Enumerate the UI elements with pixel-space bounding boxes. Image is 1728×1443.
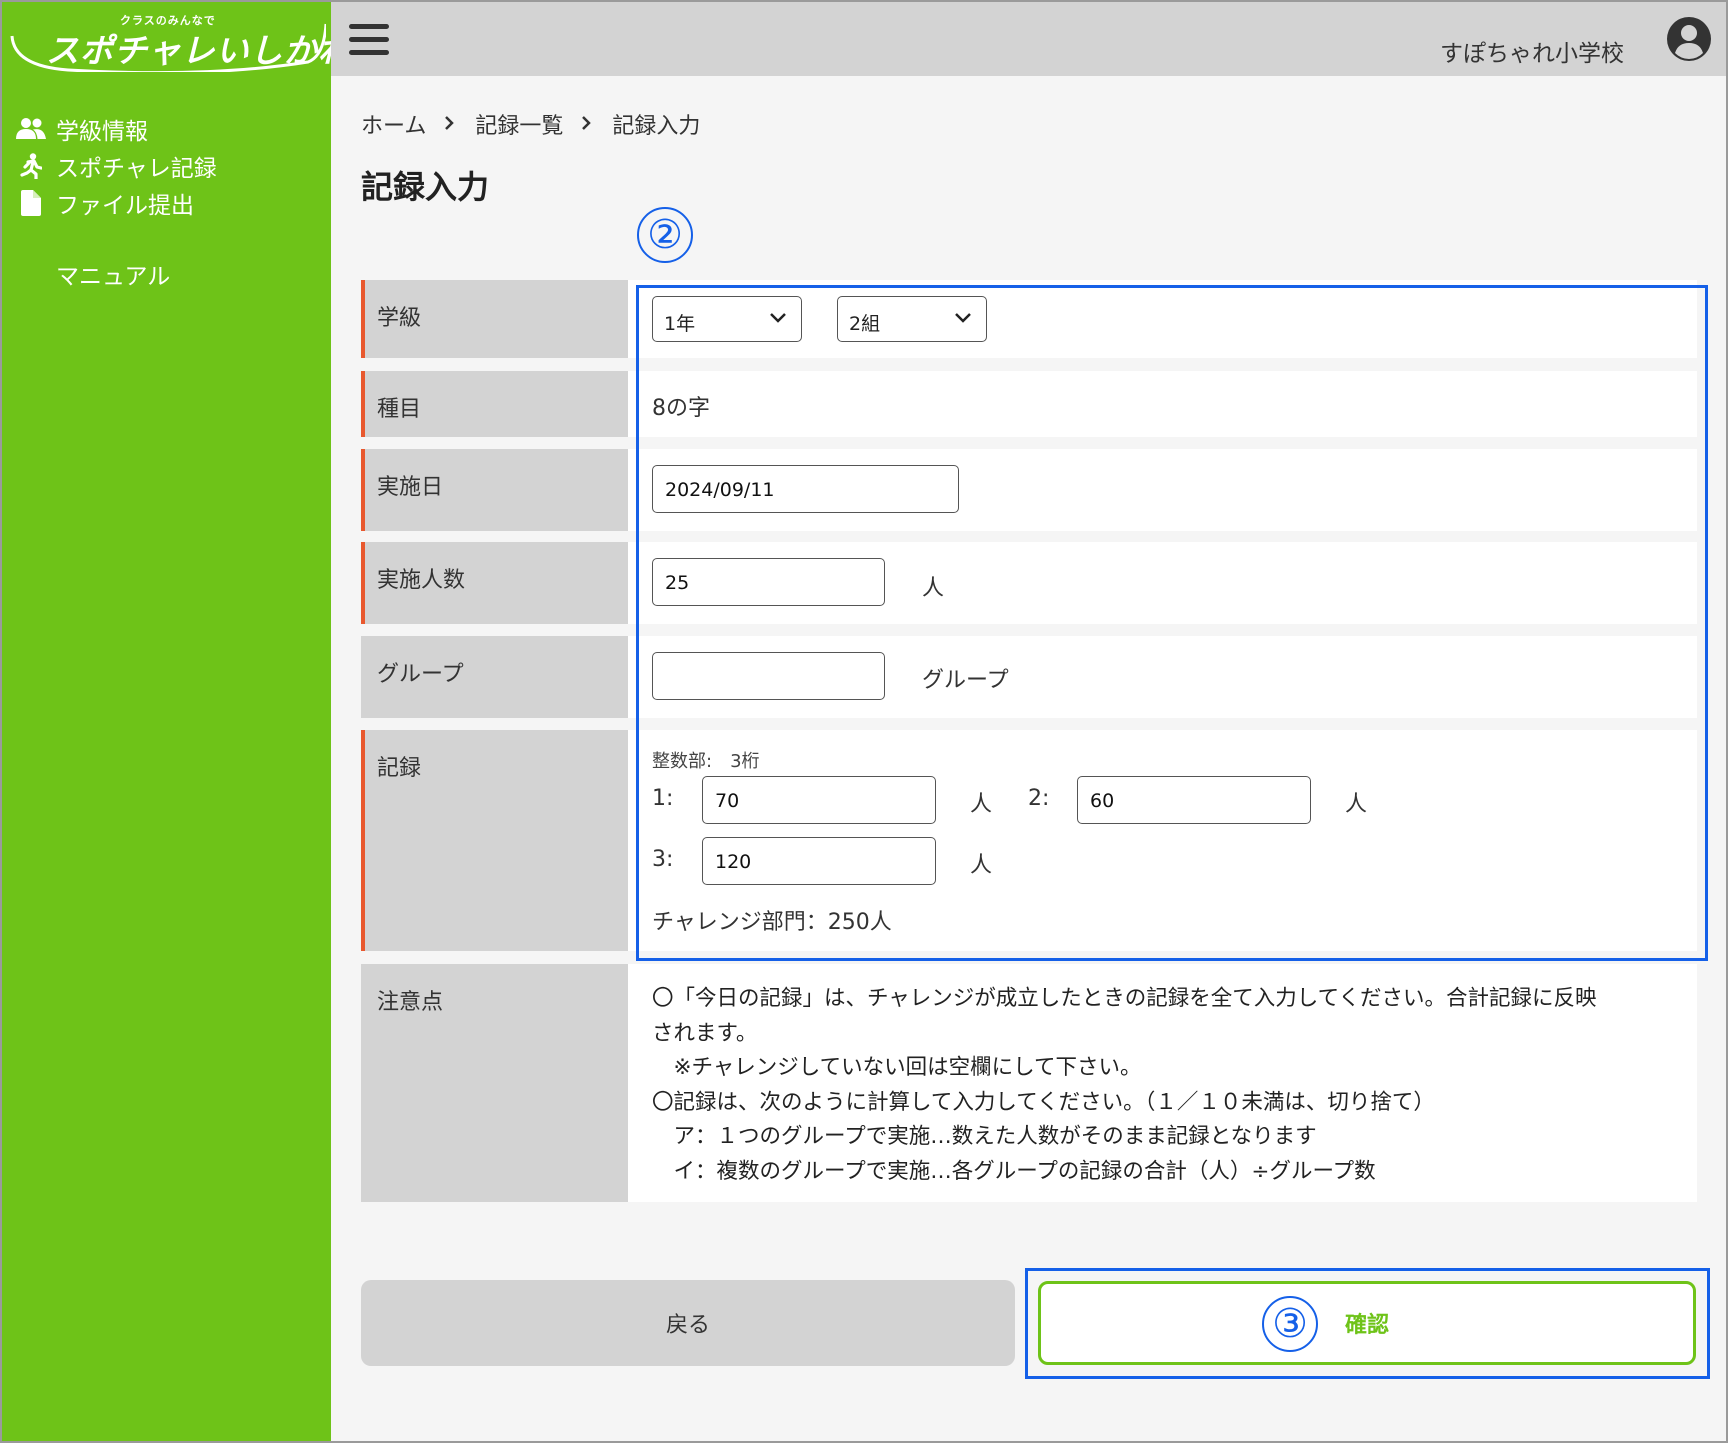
sidebar-item-label: スポチャレ記録 bbox=[56, 156, 217, 182]
sidebar: クラスのみんなで スポチャレいしかわ 学級情報 スポチャレ記録 ファイル提出 マ… bbox=[0, 0, 351, 1443]
sidebar-item-label: ファイル提出 bbox=[56, 193, 194, 219]
users-icon bbox=[16, 115, 46, 143]
sidebar-item-file-submit[interactable]: ファイル提出 bbox=[16, 187, 194, 219]
annotation-box-confirm bbox=[1025, 1268, 1710, 1379]
breadcrumb-record-list[interactable]: 記録一覧 bbox=[475, 108, 563, 140]
logo-title: スポチャレいしかわ bbox=[46, 31, 352, 70]
field-label: 種目 bbox=[361, 371, 628, 437]
form-row-notes: 注意点 〇「今日の記録」は、チャレンジが成立したときの記録を全て入力してください… bbox=[361, 964, 1697, 1202]
hamburger-menu-icon[interactable] bbox=[349, 24, 389, 58]
field-label: 実施日 bbox=[361, 449, 628, 531]
sidebar-item-class-info[interactable]: 学級情報 bbox=[16, 113, 148, 145]
page-title: 記録入力 bbox=[361, 168, 490, 206]
annotation-box-form bbox=[636, 285, 1708, 961]
field-label: グループ bbox=[361, 636, 628, 718]
field-label: 学級 bbox=[361, 280, 628, 358]
school-name: すぽちゃれ小学校 bbox=[1440, 41, 1624, 67]
sidebar-item-records[interactable]: スポチャレ記録 bbox=[16, 150, 217, 182]
user-account-icon[interactable] bbox=[1666, 16, 1712, 62]
chevron-right-icon bbox=[444, 112, 455, 137]
breadcrumb-home[interactable]: ホーム bbox=[361, 108, 426, 140]
breadcrumb: ホーム 記録一覧 記録入力 bbox=[361, 108, 700, 140]
top-header: すぽちゃれ小学校 bbox=[331, 2, 1726, 76]
breadcrumb-current: 記録入力 bbox=[612, 114, 701, 139]
back-button[interactable]: 戻る bbox=[361, 1280, 1015, 1366]
sidebar-item-label: 学級情報 bbox=[56, 119, 148, 145]
runner-icon bbox=[16, 152, 46, 180]
notes-text: 〇「今日の記録」は、チャレンジが成立したときの記録を全て入力してください。合計記… bbox=[652, 986, 1597, 1184]
app-logo[interactable]: クラスのみんなで スポチャレいしかわ bbox=[8, 6, 351, 72]
file-icon bbox=[16, 189, 46, 217]
field-label: 記録 bbox=[361, 730, 628, 951]
sidebar-item-label: マニュアル bbox=[56, 264, 171, 290]
annotation-marker-3: ③ bbox=[1262, 1296, 1318, 1352]
annotation-marker-2: ② bbox=[637, 207, 693, 263]
chevron-right-icon bbox=[581, 112, 592, 137]
field-label: 注意点 bbox=[361, 964, 628, 1202]
sidebar-item-manual[interactable]: マニュアル bbox=[56, 258, 170, 290]
field-label: 実施人数 bbox=[361, 542, 628, 624]
